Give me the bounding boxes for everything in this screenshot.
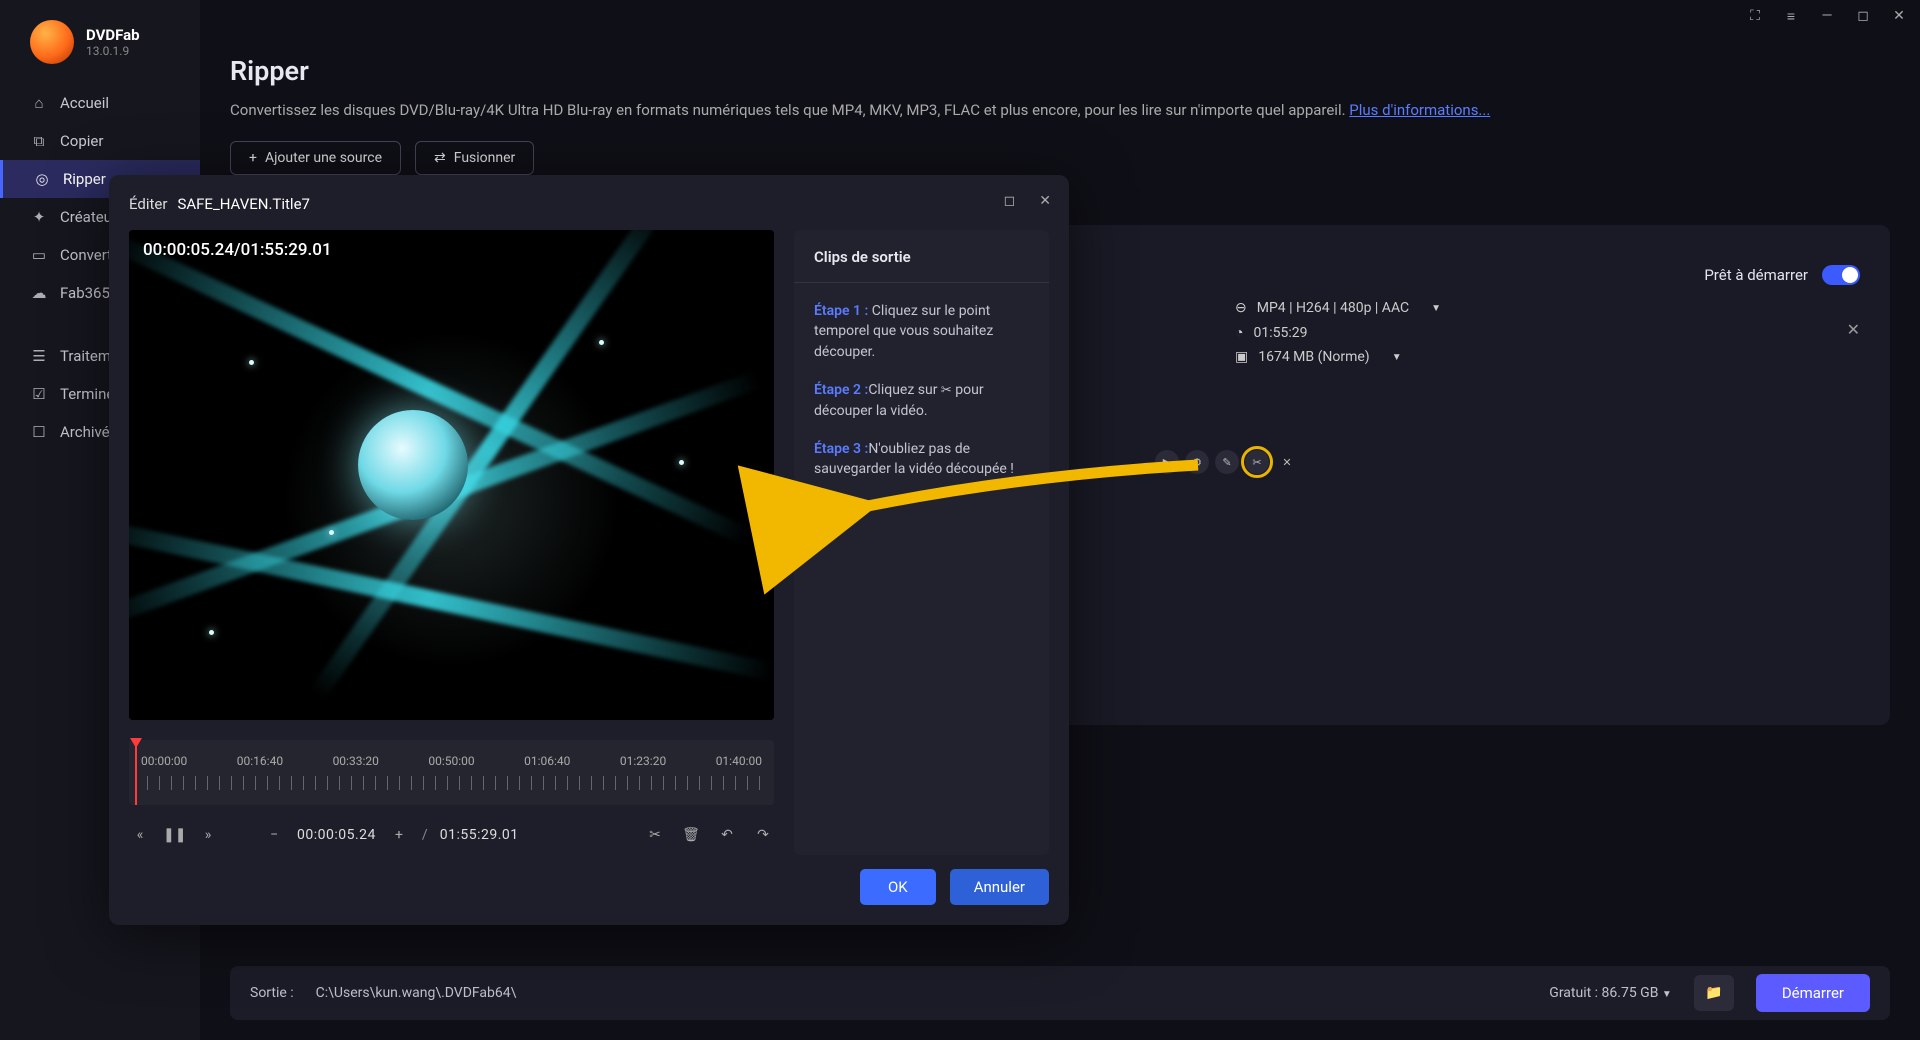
cancel-button[interactable]: Annuler <box>950 869 1049 905</box>
sidebar-item-label: Fab365 <box>60 284 110 302</box>
profile-icon: ⊖ <box>1235 300 1247 316</box>
edit-button[interactable]: ✎ <box>1215 450 1239 474</box>
app-logo-icon <box>30 20 74 64</box>
sidebar-item-copier[interactable]: ⧉ Copier <box>0 122 200 160</box>
cut-button[interactable]: ✂ <box>644 827 666 843</box>
timeline[interactable]: 00:00:00 00:16:40 00:33:20 00:50:00 01:0… <box>129 740 774 805</box>
video-preview[interactable]: 00:00:05.24/01:55:29.01 <box>129 230 774 720</box>
size-selector[interactable]: ▣1674 MB (Norme)▼ <box>1235 349 1441 365</box>
duration-display: ◔01:55:29 <box>1235 324 1441 341</box>
output-settings: ⊖MP4 | H264 | 480p | AAC▼ ◔01:55:29 ▣167… <box>1235 300 1441 365</box>
chevron-down-icon: ▼ <box>1392 352 1402 363</box>
remove-source-button[interactable]: ✕ <box>1847 320 1860 339</box>
clock-icon: ◔ <box>1235 324 1243 341</box>
browse-folder-button[interactable]: 📁 <box>1694 975 1734 1011</box>
archive-icon: ☐ <box>30 423 48 441</box>
ok-button[interactable]: OK <box>860 869 936 905</box>
clips-panel-title: Clips de sortie <box>794 248 1049 283</box>
dialog-close-icon[interactable]: ✕ <box>1039 193 1051 209</box>
page-header: Ripper Convertissez les disques DVD/Blu-… <box>230 55 1890 175</box>
more-info-link[interactable]: Plus d'informations... <box>1349 101 1490 119</box>
ready-toggle[interactable] <box>1822 265 1860 285</box>
timeline-ticks <box>135 776 768 790</box>
current-timecode: 00:00:05.24 <box>297 827 376 843</box>
page-title: Ripper <box>230 55 1890 87</box>
bottom-bar: Sortie : C:\Users\kun.wang\.DVDFab64\ Gr… <box>230 966 1890 1020</box>
window-controls: ⛶ ≡ — ◻ ✕ <box>1746 8 1908 25</box>
scissors-icon: ✂ <box>941 382 952 401</box>
app-version: 13.0.1.9 <box>86 44 140 58</box>
redo-button[interactable]: ↷ <box>752 827 774 843</box>
delete-button[interactable]: 🗑 <box>680 827 702 843</box>
sidebar-item-label: Terminé <box>60 385 114 403</box>
sidebar-item-label: Copier <box>60 132 103 150</box>
clips-panel: Clips de sortie Étape 1 : Cliquez sur le… <box>794 230 1049 855</box>
merge-icon: ⇄ <box>434 150 446 166</box>
play-preview-button[interactable]: ▶ <box>1155 450 1179 474</box>
remove-button[interactable]: ✕ <box>1275 450 1299 474</box>
minimize-icon[interactable]: — <box>1818 8 1836 25</box>
creator-icon: ✦ <box>30 208 48 226</box>
chevron-down-icon: ▼ <box>1431 303 1441 314</box>
copy-icon: ⧉ <box>30 132 48 150</box>
editor-dialog: ÉditerSAFE_HAVEN.Title7 ◻ ✕ 00:00:05.24/… <box>109 175 1069 925</box>
undo-button[interactable]: ↶ <box>716 827 738 843</box>
merge-button[interactable]: ⇄Fusionner <box>415 141 534 175</box>
sidebar-item-label: Ripper <box>63 170 106 188</box>
output-label: Sortie : <box>250 985 294 1001</box>
next-frame-button[interactable]: » <box>197 827 219 843</box>
preview-timecode: 00:00:05.24/01:55:29.01 <box>143 240 332 260</box>
sidebar-item-label: Archivé <box>60 423 110 441</box>
maximize-icon[interactable]: ◻ <box>1854 8 1872 25</box>
play-pause-button[interactable]: ❚❚ <box>163 827 185 843</box>
prev-frame-button[interactable]: « <box>129 827 151 843</box>
step-back-button[interactable]: − <box>263 827 285 843</box>
step-1: Étape 1 : Cliquez sur le point temporel … <box>794 283 1049 362</box>
step-2: Étape 2 :Cliquez sur ✂ pour découper la … <box>794 362 1049 421</box>
disc-icon: ▣ <box>1235 349 1248 365</box>
queue-icon: ☰ <box>30 347 48 365</box>
menu-icon[interactable]: ≡ <box>1782 8 1800 25</box>
output-path[interactable]: C:\Users\kun.wang\.DVDFab64\ <box>316 985 517 1001</box>
sidebar-item-label: Accueil <box>60 94 109 112</box>
done-icon: ☑ <box>30 385 48 403</box>
step-3: Étape 3 :N'oubliez pas de sauvegarder la… <box>794 421 1049 480</box>
total-timecode: 01:55:29.01 <box>440 827 519 843</box>
playback-controls: « ❚❚ » − 00:00:05.24 + / 01:55:29.01 ✂ 🗑… <box>129 815 774 855</box>
timeline-labels: 00:00:00 00:16:40 00:33:20 00:50:00 01:0… <box>129 740 774 772</box>
home-icon: ⌂ <box>30 94 48 112</box>
start-button[interactable]: Démarrer <box>1756 974 1870 1012</box>
app-logo-area: DVDFab 13.0.1.9 <box>0 0 200 84</box>
step-forward-button[interactable]: + <box>388 827 410 843</box>
folder-icon: 📁 <box>1705 985 1722 1001</box>
trim-button[interactable]: ✂ <box>1245 450 1269 474</box>
dialog-filename: SAFE_HAVEN.Title7 <box>177 195 310 213</box>
convert-icon: ▭ <box>30 246 48 264</box>
add-source-button[interactable]: +Ajouter une source <box>230 141 401 175</box>
app-name: DVDFab <box>86 26 140 44</box>
ripper-icon: ◎ <box>33 170 51 188</box>
page-description: Convertissez les disques DVD/Blu-ray/4K … <box>230 101 1890 119</box>
ready-label: Prêt à démarrer <box>1704 266 1808 284</box>
preview-frame-art <box>129 230 774 720</box>
fab365-icon: ☁ <box>30 284 48 302</box>
free-space-label: Gratuit : 86.75 GB ▼ <box>1549 985 1672 1001</box>
gift-icon[interactable]: ⛶ <box>1746 8 1764 25</box>
playhead[interactable] <box>135 740 137 805</box>
source-action-row: ▶ ⚙ ✎ ✂ ✕ <box>1155 450 1299 474</box>
dialog-title: ÉditerSAFE_HAVEN.Title7 <box>129 195 310 213</box>
plus-icon: + <box>249 150 257 166</box>
chevron-down-icon[interactable]: ▼ <box>1662 989 1672 1000</box>
settings-button[interactable]: ⚙ <box>1185 450 1209 474</box>
close-icon[interactable]: ✕ <box>1890 8 1908 25</box>
sidebar-item-accueil[interactable]: ⌂ Accueil <box>0 84 200 122</box>
dialog-maximize-icon[interactable]: ◻ <box>1004 193 1016 209</box>
format-selector[interactable]: ⊖MP4 | H264 | 480p | AAC▼ <box>1235 300 1441 316</box>
